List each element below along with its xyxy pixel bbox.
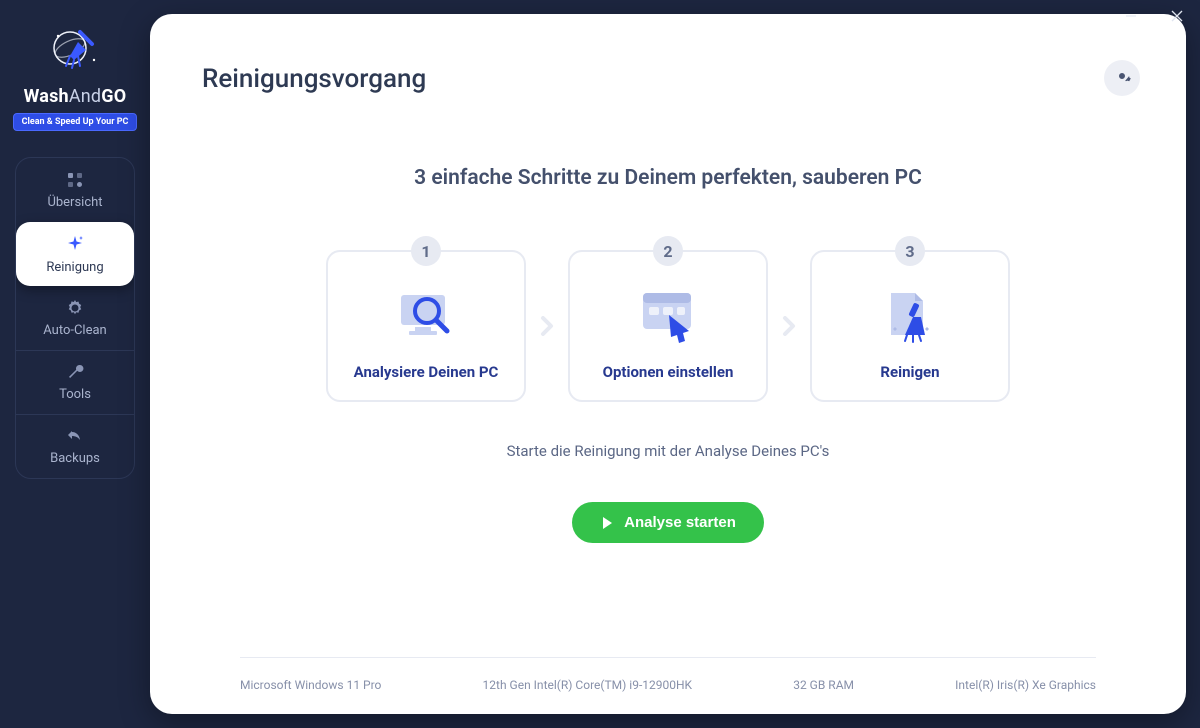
nav-label: Tools (59, 387, 91, 402)
footer-cpu: 12th Gen Intel(R) Core(TM) i9-12900HK (483, 678, 693, 692)
sidebar-item-tools[interactable]: Tools (16, 350, 134, 414)
footer-gpu: Intel(R) Iris(R) Xe Graphics (955, 678, 1096, 692)
step-label: Optionen einstellen (603, 363, 734, 381)
brand-name: WashAndGO (24, 86, 127, 107)
close-button[interactable] (1154, 0, 1200, 32)
nav-label: Backups (50, 451, 100, 466)
undo-icon (66, 427, 84, 445)
play-icon (600, 516, 614, 530)
sidebar-item-autoclean[interactable]: Auto-Clean (16, 286, 134, 350)
footer-os: Microsoft Windows 11 Pro (240, 678, 381, 692)
sidebar: WashAndGO Clean & Speed Up Your PC Übers… (0, 0, 150, 728)
sidebar-item-backups[interactable]: Backups (16, 414, 134, 478)
sub-text: Starte die Reinigung mit der Analyse Dei… (202, 442, 1134, 460)
system-info-footer: Microsoft Windows 11 Pro 12th Gen Intel(… (202, 643, 1134, 714)
broom-globe-icon (48, 24, 102, 78)
step-number: 1 (411, 236, 441, 266)
steps-row: 1 Analysiere Deinen PC 2 (202, 250, 1134, 402)
step-card-clean: 3 Reinigen (810, 250, 1010, 402)
gear-icon (1113, 67, 1131, 89)
page-title: Reinigungsvorgang (202, 64, 1134, 94)
sidebar-item-cleaning[interactable]: Reinigung (16, 222, 134, 286)
window-controls (1108, 0, 1200, 32)
main-panel: Reinigungsvorgang 3 einfache Schritte zu… (150, 14, 1186, 714)
brand-part-2: And (69, 86, 101, 107)
start-analysis-button[interactable]: Analyse starten (572, 502, 764, 543)
minimize-button[interactable] (1108, 0, 1154, 32)
step-number: 2 (653, 236, 683, 266)
chevron-right-icon (782, 316, 796, 336)
step-label: Reinigen (880, 363, 939, 381)
app-logo: WashAndGO Clean & Speed Up Your PC (13, 24, 138, 131)
nav-label: Auto-Clean (43, 323, 106, 338)
wrench-icon (66, 363, 84, 381)
brand-tagline: Clean & Speed Up Your PC (13, 113, 138, 131)
step-number: 3 (895, 236, 925, 266)
nav-group: Übersicht Reinigung Auto-Clean Tools Bac… (15, 157, 135, 479)
step-card-analyze: 1 Analysiere Deinen PC (326, 250, 526, 402)
nav-label: Übersicht (47, 195, 102, 210)
cta-label: Analyse starten (624, 514, 736, 531)
brand-part-3: GO (101, 86, 126, 107)
brand-part-1: Wash (24, 86, 69, 107)
nav-label: Reinigung (46, 260, 103, 275)
sidebar-item-overview[interactable]: Übersicht (16, 158, 134, 222)
step-card-options: 2 Optionen einstellen (568, 250, 768, 402)
options-icon (633, 285, 703, 349)
gear-icon (66, 299, 84, 317)
footer-ram: 32 GB RAM (793, 678, 854, 692)
chevron-right-icon (540, 316, 554, 336)
headline: 3 einfache Schritte zu Deinem perfekten,… (202, 166, 1134, 190)
clean-document-icon (875, 285, 945, 349)
dashboard-icon (66, 171, 84, 189)
analyze-pc-icon (391, 285, 461, 349)
sparkle-icon (65, 234, 85, 254)
step-label: Analysiere Deinen PC (354, 363, 499, 381)
settings-button[interactable] (1104, 60, 1140, 96)
